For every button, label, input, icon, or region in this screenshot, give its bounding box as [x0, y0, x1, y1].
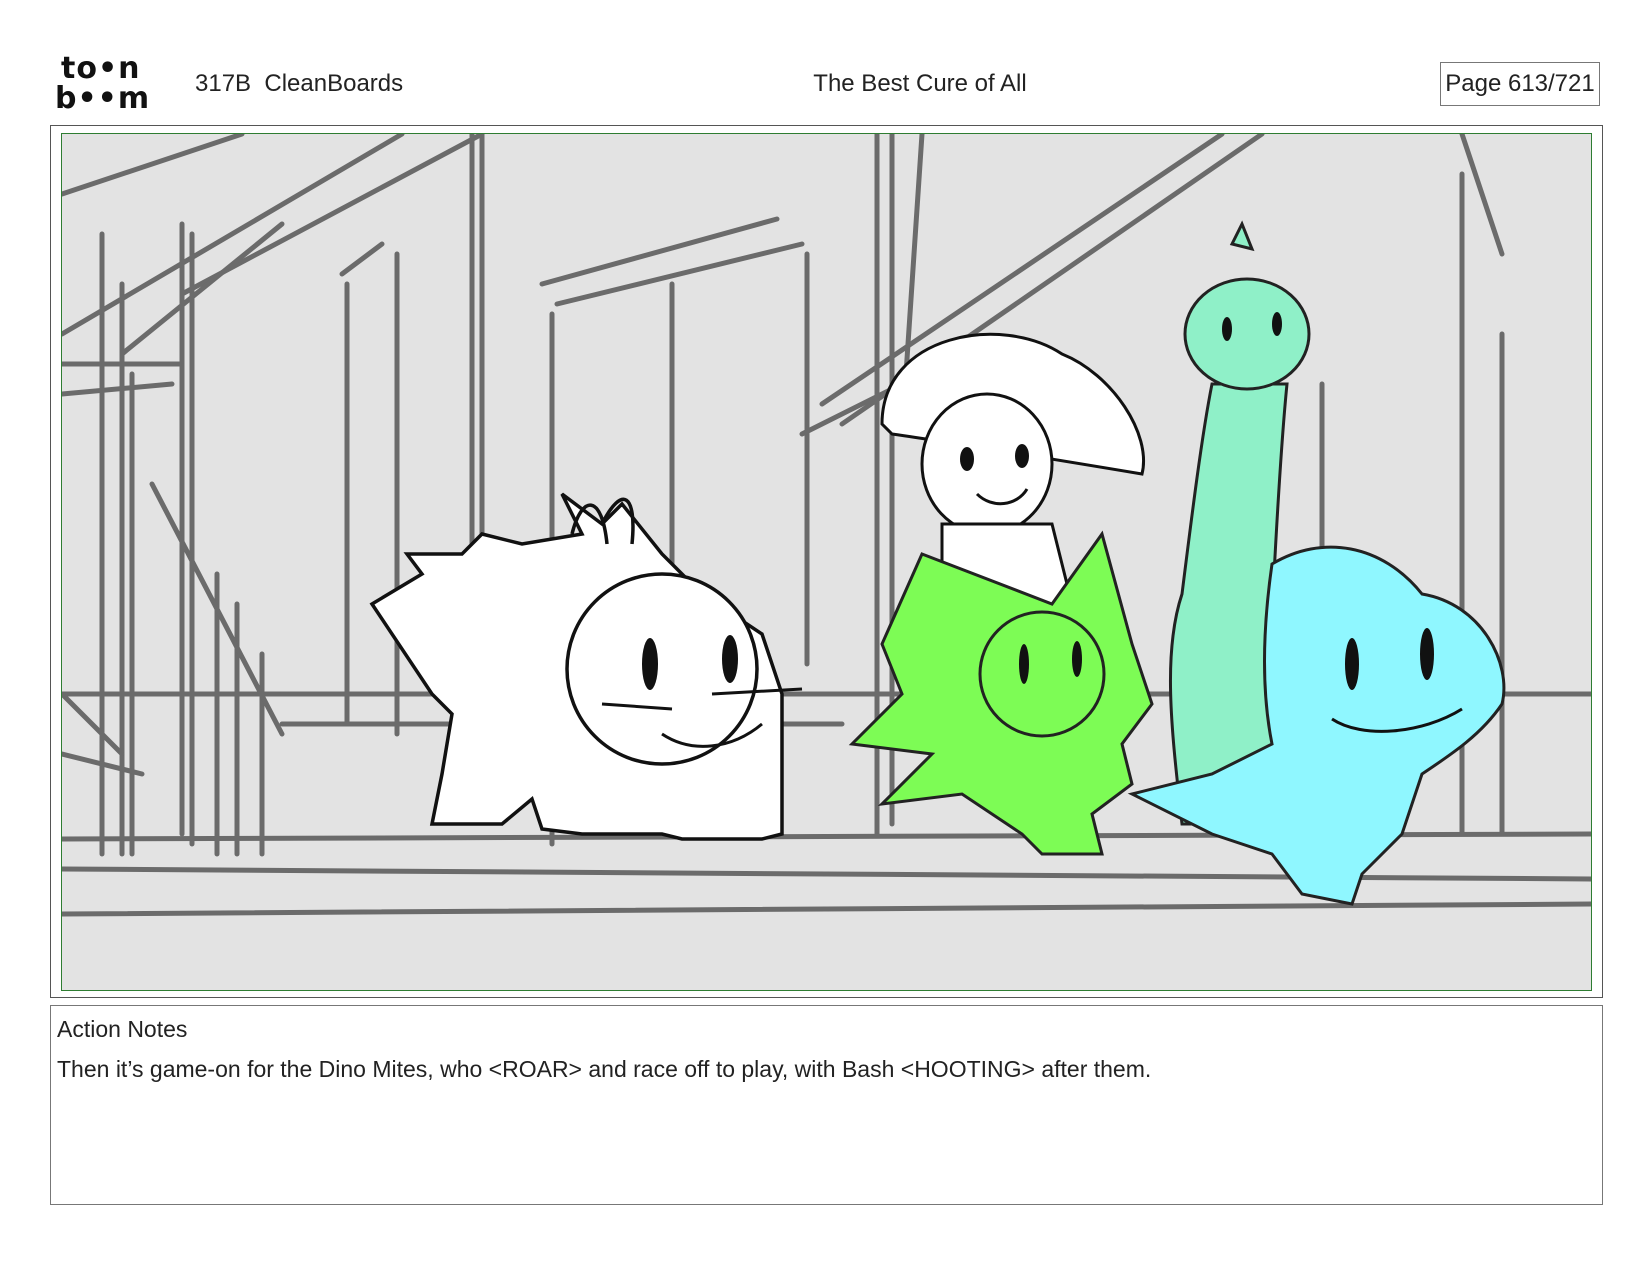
storyboard-title: The Best Cure of All	[813, 70, 1027, 97]
page-indicator: Page 613/721	[1440, 62, 1600, 106]
panel-sketch	[62, 134, 1591, 917]
storyboard-panel	[61, 133, 1592, 991]
action-notes-box: Action Notes Then it’s game-on for the D…	[50, 1005, 1603, 1205]
action-notes-heading: Action Notes	[57, 1016, 188, 1042]
action-notes-text: Then it’s game-on for the Dino Mites, wh…	[57, 1056, 1152, 1082]
bash-character	[369, 492, 784, 841]
